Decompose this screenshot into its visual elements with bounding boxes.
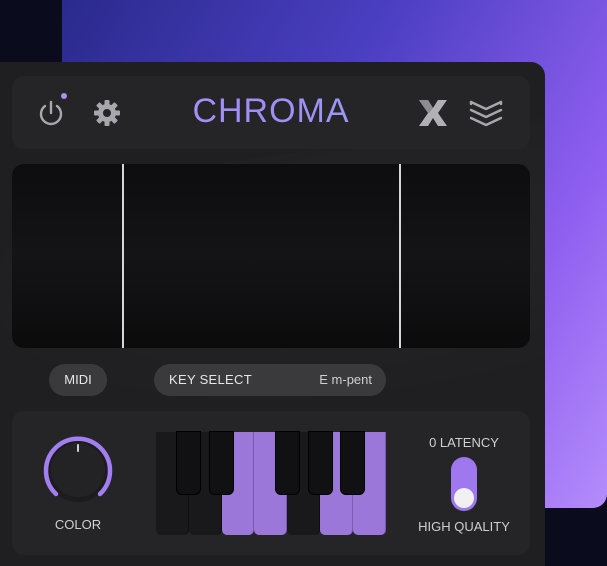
range-start-marker[interactable] xyxy=(122,164,124,348)
header-bar: CHROMA xyxy=(12,76,530,149)
color-label: COLOR xyxy=(54,517,102,532)
visualizer-canvas xyxy=(12,164,530,348)
toggle-knob xyxy=(454,488,474,508)
black-key[interactable] xyxy=(308,432,332,494)
quality-toggle[interactable] xyxy=(451,457,477,511)
key-select-dropdown[interactable]: KEY SELECT E m-pent xyxy=(154,364,386,396)
black-key[interactable] xyxy=(275,432,299,494)
key-select-label: KEY SELECT xyxy=(169,372,252,387)
x-logo-icon xyxy=(419,100,447,126)
layers-menu-icon xyxy=(469,100,503,127)
color-knob[interactable] xyxy=(40,433,116,505)
latency-label: 0 LATENCY xyxy=(429,435,499,450)
midi-button[interactable]: MIDI xyxy=(49,364,107,396)
black-key[interactable] xyxy=(341,432,365,494)
knob-icon xyxy=(43,436,113,502)
high-quality-label: HIGH QUALITY xyxy=(418,519,510,534)
plugin-window: CHROMA MIDI KEY SELECT E m-pent COLOR 0 … xyxy=(0,62,545,566)
range-end-marker[interactable] xyxy=(399,164,401,348)
black-key[interactable] xyxy=(210,432,234,494)
bottom-panel: COLOR 0 LATENCY HIGH QUALITY xyxy=(12,411,530,555)
plugin-title: CHROMA xyxy=(12,92,530,131)
layers-menu-button[interactable] xyxy=(468,96,504,130)
chroma-visualizer[interactable] xyxy=(12,164,530,348)
piano-keyboard[interactable] xyxy=(156,432,386,535)
key-select-value: E m-pent xyxy=(319,372,372,387)
brand-logo xyxy=(416,96,450,130)
black-key[interactable] xyxy=(177,432,201,494)
